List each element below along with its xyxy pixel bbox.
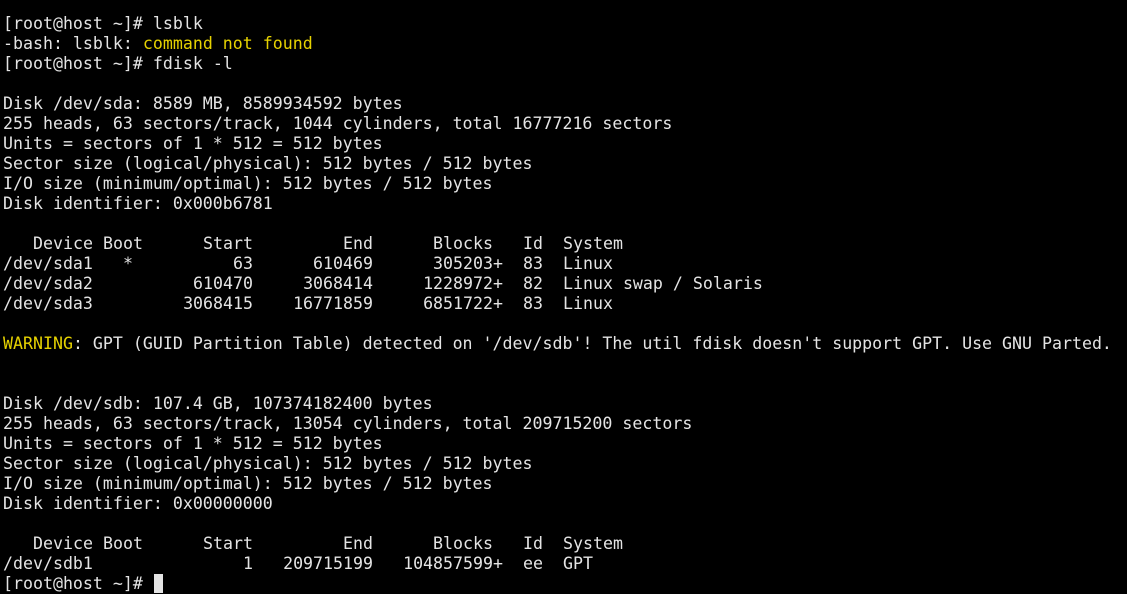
lsblk-command-line: [root@host ~]# lsblk bbox=[3, 14, 1127, 34]
col-blocks: Blocks bbox=[433, 234, 493, 253]
cell-blocks-flag: + bbox=[493, 274, 503, 293]
col-start: Start bbox=[203, 534, 253, 553]
disk-info-line: I/O size (minimum/optimal): 512 bytes / … bbox=[3, 174, 493, 193]
cell-blocks-flag: + bbox=[493, 554, 503, 573]
final-prompt-line: [root@host ~]# bbox=[3, 574, 1127, 594]
disk-info-line: Disk identifier: 0x00000000 bbox=[3, 494, 273, 513]
error-message: command not found bbox=[142, 34, 313, 53]
partition-row: /dev/sda3 3068415 16771859 6851722+ 83 Linux bbox=[3, 294, 1127, 314]
col-id: Id bbox=[523, 534, 543, 553]
lsblk-error-line: -bash: lsblk: command not found bbox=[3, 34, 1127, 54]
cell-id: 83 bbox=[523, 294, 543, 313]
cell-end: 3068414 bbox=[303, 274, 373, 293]
disk-info-line: Units = sectors of 1 * 512 = 512 bytes bbox=[3, 434, 383, 453]
cell-blocks-flag: + bbox=[493, 294, 503, 313]
shell-prompt: [root@host ~]# bbox=[3, 574, 143, 593]
disk-info-line: Disk identifier: 0x000b6781 bbox=[3, 194, 273, 213]
cell-blocks-flag: + bbox=[493, 254, 503, 273]
col-blocks: Blocks bbox=[433, 534, 493, 553]
col-start: Start bbox=[203, 234, 253, 253]
partition-row: /dev/sda1 * 63 610469 305203+ 83 Linux bbox=[3, 254, 1127, 274]
cell-device: /dev/sdb1 bbox=[3, 554, 93, 573]
cell-blocks: 104857599 bbox=[403, 554, 493, 573]
col-boot: Boot bbox=[103, 234, 143, 253]
disk-info-line: Disk /dev/sda: 8589 MB, 8589934592 bytes bbox=[3, 94, 403, 113]
cell-system: Linux bbox=[563, 254, 613, 273]
cell-end: 209715199 bbox=[283, 554, 373, 573]
cell-system: GPT bbox=[563, 554, 593, 573]
col-boot: Boot bbox=[103, 534, 143, 553]
col-device: Device bbox=[33, 234, 93, 253]
col-system: System bbox=[563, 534, 623, 553]
cell-end: 610469 bbox=[313, 254, 373, 273]
partition-table-sda: Device Boot Start End Blocks Id System /dev/s… bbox=[3, 234, 1127, 314]
cell-id: 83 bbox=[523, 254, 543, 273]
command-text: fdisk -l bbox=[152, 54, 233, 73]
cell-start: 610470 bbox=[193, 274, 253, 293]
error-prefix: -bash: lsblk: bbox=[3, 34, 143, 53]
cell-device: /dev/sda2 bbox=[3, 274, 93, 293]
shell-prompt: [root@host ~]# bbox=[3, 54, 143, 73]
col-id: Id bbox=[523, 234, 543, 253]
cell-id: 82 bbox=[523, 274, 543, 293]
col-device: Device bbox=[33, 534, 93, 553]
terminal-output[interactable]: [root@host ~]# lsblk -bash: lsblk: comma… bbox=[3, 0, 1127, 593]
cell-start: 3068415 bbox=[183, 294, 253, 313]
warning-label: WARNING bbox=[3, 334, 73, 353]
partition-table-sdb: Device Boot Start End Blocks Id System /dev/s… bbox=[3, 534, 1127, 574]
cell-id: ee bbox=[523, 554, 543, 573]
warning-text: : GPT (GUID Partition Table) detected on… bbox=[72, 334, 1112, 353]
partition-row: /dev/sda2 610470 3068414 1228972+ 82 Linux sw… bbox=[3, 274, 1127, 294]
partition-row: /dev/sdb1 1 209715199 104857599+ ee GPT bbox=[3, 554, 1127, 574]
col-end: End bbox=[343, 534, 373, 553]
col-end: End bbox=[343, 234, 373, 253]
disk-info-line: 255 heads, 63 sectors/track, 1044 cylind… bbox=[3, 114, 673, 133]
cell-start: 1 bbox=[243, 554, 253, 573]
disk-info-line: I/O size (minimum/optimal): 512 bytes / … bbox=[3, 474, 493, 493]
disk-info-line: Sector size (logical/physical): 512 byte… bbox=[3, 454, 533, 473]
cell-device: /dev/sda1 bbox=[3, 254, 93, 273]
cell-blocks: 1228972 bbox=[423, 274, 493, 293]
cell-start: 63 bbox=[233, 254, 253, 273]
disk-info-line: 255 heads, 63 sectors/track, 13054 cylin… bbox=[3, 414, 693, 433]
col-system: System bbox=[563, 234, 623, 253]
cell-blocks: 6851722 bbox=[423, 294, 493, 313]
cell-boot: * bbox=[123, 254, 133, 273]
cell-system: Linux swap / Solaris bbox=[563, 274, 763, 293]
cell-end: 16771859 bbox=[293, 294, 373, 313]
fdisk-command-line: [root@host ~]# fdisk -l bbox=[3, 54, 1127, 74]
cell-system: Linux bbox=[563, 294, 613, 313]
partition-table-header: Device Boot Start End Blocks Id System bbox=[3, 534, 1127, 554]
disk-info-line: Sector size (logical/physical): 512 byte… bbox=[3, 154, 533, 173]
gpt-warning-line: WARNING: GPT (GUID Partition Table) dete… bbox=[3, 334, 1127, 354]
disk-info-line: Disk /dev/sdb: 107.4 GB, 107374182400 by… bbox=[3, 394, 433, 413]
cell-device: /dev/sda3 bbox=[3, 294, 93, 313]
cell-blocks: 305203 bbox=[433, 254, 493, 273]
command-text: lsblk bbox=[152, 14, 203, 33]
shell-prompt: [root@host ~]# bbox=[3, 14, 143, 33]
scrolled-partial-line bbox=[3, 0, 1127, 14]
terminal-cursor[interactable] bbox=[153, 574, 163, 593]
disk-info-line: Units = sectors of 1 * 512 = 512 bytes bbox=[3, 134, 383, 153]
partition-table-header: Device Boot Start End Blocks Id System bbox=[3, 234, 1127, 254]
